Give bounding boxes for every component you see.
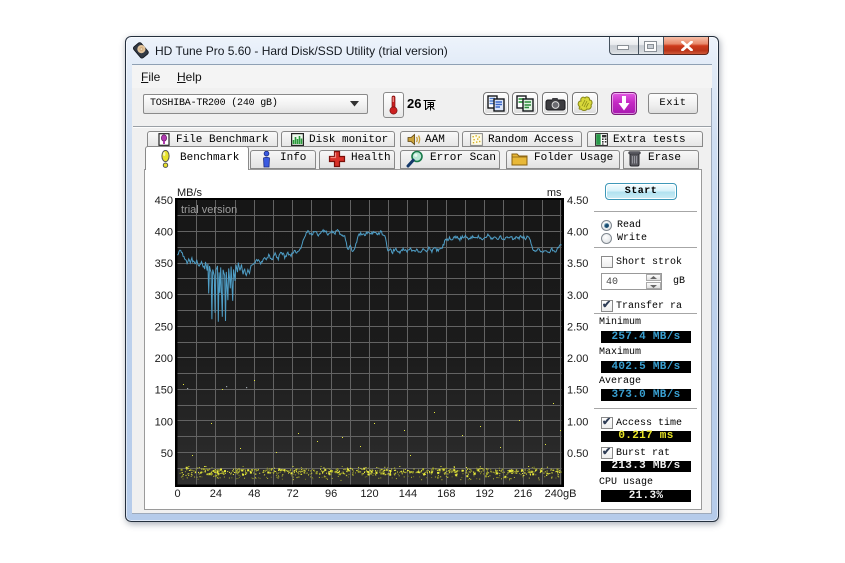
svg-text:trial version: trial version bbox=[181, 204, 237, 216]
svg-text:2.00: 2.00 bbox=[567, 353, 588, 365]
svg-text:4.00: 4.00 bbox=[567, 227, 588, 239]
svg-text:ms: ms bbox=[547, 187, 562, 199]
svg-text:3.00: 3.00 bbox=[567, 290, 588, 302]
svg-text:1.50: 1.50 bbox=[567, 385, 588, 397]
svg-text:200: 200 bbox=[155, 353, 173, 365]
svg-text:50: 50 bbox=[161, 448, 173, 460]
svg-text:216: 216 bbox=[514, 488, 532, 500]
svg-text:4.50: 4.50 bbox=[567, 195, 588, 207]
svg-text:300: 300 bbox=[155, 290, 173, 302]
svg-text:24: 24 bbox=[210, 488, 222, 500]
svg-text:400: 400 bbox=[155, 227, 173, 239]
svg-text:168: 168 bbox=[437, 488, 455, 500]
svg-text:150: 150 bbox=[155, 385, 173, 397]
svg-text:MB/s: MB/s bbox=[177, 187, 203, 199]
svg-text:96: 96 bbox=[325, 488, 337, 500]
svg-text:3.50: 3.50 bbox=[567, 258, 588, 270]
svg-text:1.00: 1.00 bbox=[567, 416, 588, 428]
svg-text:48: 48 bbox=[248, 488, 260, 500]
svg-text:0: 0 bbox=[174, 488, 180, 500]
svg-text:2.50: 2.50 bbox=[567, 321, 588, 333]
svg-text:250: 250 bbox=[155, 321, 173, 333]
svg-text:450: 450 bbox=[155, 195, 173, 207]
svg-text:120: 120 bbox=[360, 488, 378, 500]
svg-text:100: 100 bbox=[155, 416, 173, 428]
svg-text:240gB: 240gB bbox=[545, 488, 577, 500]
svg-text:72: 72 bbox=[287, 488, 299, 500]
svg-text:350: 350 bbox=[155, 258, 173, 270]
svg-text:144: 144 bbox=[399, 488, 417, 500]
svg-text:0.50: 0.50 bbox=[567, 448, 588, 460]
svg-text:192: 192 bbox=[476, 488, 494, 500]
